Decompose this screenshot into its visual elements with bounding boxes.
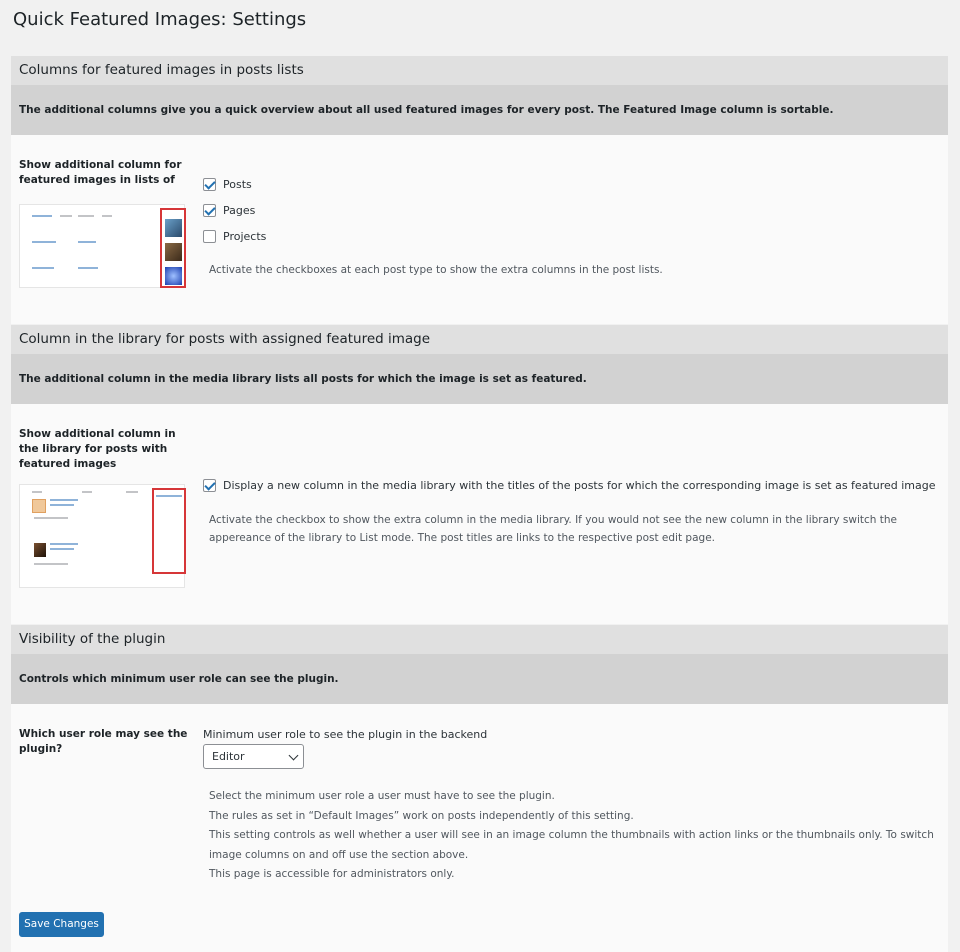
select-label: Minimum user role to see the plugin in t…	[203, 728, 488, 741]
checkbox-library-column-label: Display a new column in the media librar…	[223, 479, 936, 492]
chevron-down-icon	[288, 750, 299, 761]
media-library-preview-image	[19, 484, 186, 588]
section-visibility: Visibility of the plugin Controls which …	[11, 625, 948, 952]
visibility-help-line: image columns on and off use the section…	[209, 848, 469, 861]
posts-list-preview-image	[19, 204, 186, 288]
visibility-help-line: Select the minimum user role a user must…	[209, 790, 555, 802]
section-description: Controls which minimum user role can see…	[11, 654, 948, 704]
visibility-help-line: This page is accessible for administrato…	[209, 868, 455, 880]
checkbox-pages-box[interactable]	[203, 204, 216, 217]
section-library: Column in the library for posts with ass…	[11, 325, 948, 624]
section-description: The additional column in the media libra…	[11, 354, 948, 404]
checkbox-posts[interactable]: Posts	[203, 178, 252, 191]
columns-help-text: Activate the checkboxes at each post typ…	[209, 264, 663, 276]
section-title: Columns for featured images in posts lis…	[11, 56, 948, 85]
section-title: Visibility of the plugin	[11, 625, 948, 654]
user-role-select-value: Editor	[212, 750, 245, 763]
user-role-select[interactable]: Editor	[203, 744, 304, 769]
library-help-line: appereance of the library to List mode. …	[209, 532, 715, 544]
section-description: The additional columns give you a quick …	[11, 85, 948, 135]
checkbox-pages-label: Pages	[223, 204, 256, 217]
checkbox-library-column-box[interactable]	[203, 479, 216, 492]
checkbox-projects-box[interactable]	[203, 230, 216, 243]
visibility-help-line: The rules as set in “Default Images” wor…	[209, 809, 634, 822]
row-label-visibility: Which user role may see the plugin?	[19, 728, 188, 755]
library-help-line: Activate the checkbox to show the extra …	[209, 514, 897, 526]
section-title: Column in the library for posts with ass…	[11, 325, 948, 354]
checkbox-posts-box[interactable]	[203, 178, 216, 191]
row-label-columns: Show additional column for featured imag…	[19, 159, 182, 186]
visibility-help-text: Select the minimum user role a user must…	[209, 787, 934, 885]
checkbox-pages[interactable]: Pages	[203, 204, 255, 217]
visibility-help-line: This setting controls as well whether a …	[209, 829, 934, 841]
save-changes-button[interactable]: Save Changes	[19, 912, 104, 937]
page-title: Quick Featured Images: Settings	[13, 9, 307, 30]
library-help-text: Activate the checkbox to show the extra …	[209, 511, 897, 547]
row-label-library: Show additional column in the library fo…	[19, 428, 176, 470]
checkbox-projects[interactable]: Projects	[203, 230, 266, 243]
section-columns: Columns for featured images in posts lis…	[11, 56, 948, 324]
checkbox-library-column[interactable]: Display a new column in the media librar…	[203, 479, 936, 492]
checkbox-posts-label: Posts	[223, 178, 252, 191]
checkbox-projects-label: Projects	[223, 230, 267, 243]
